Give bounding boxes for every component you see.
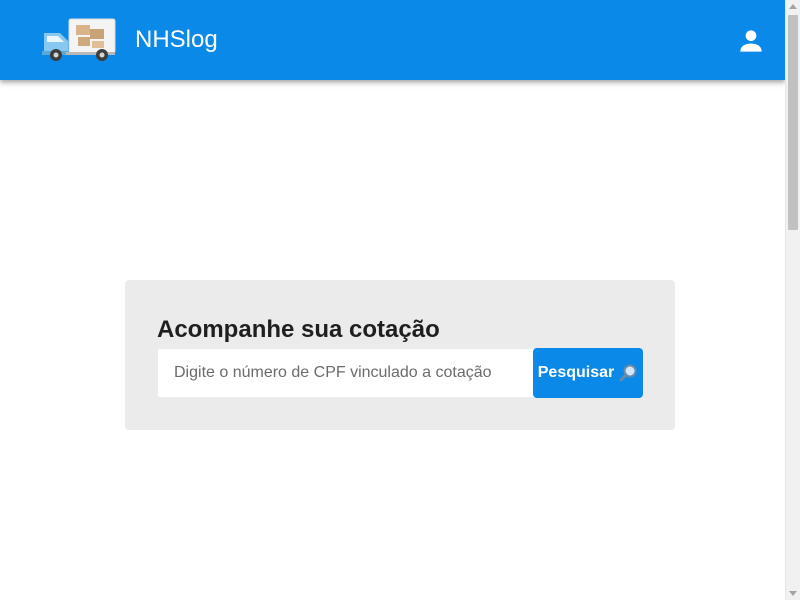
scroll-up-arrow-icon[interactable] — [789, 4, 797, 9]
cpf-search-input[interactable] — [158, 349, 534, 397]
card-title: Acompanhe sua cotação — [157, 316, 440, 343]
page: NHSlog Acompanhe sua cotação Pesquisar — [0, 0, 785, 600]
delivery-truck-icon[interactable] — [40, 17, 116, 63]
viewport: NHSlog Acompanhe sua cotação Pesquisar — [0, 0, 800, 600]
magnifier-icon — [618, 363, 638, 383]
brand-name[interactable]: NHSlog — [135, 0, 218, 80]
quote-tracking-card: Acompanhe sua cotação Pesquisar — [125, 280, 675, 430]
app-bar: NHSlog — [0, 0, 785, 80]
scrollbar-thumb[interactable] — [788, 15, 798, 230]
search-button[interactable]: Pesquisar — [533, 348, 643, 398]
scroll-down-arrow-icon[interactable] — [789, 591, 797, 596]
search-button-label: Pesquisar — [537, 364, 615, 381]
user-account-icon[interactable] — [735, 25, 767, 57]
vertical-scrollbar[interactable] — [785, 0, 800, 600]
